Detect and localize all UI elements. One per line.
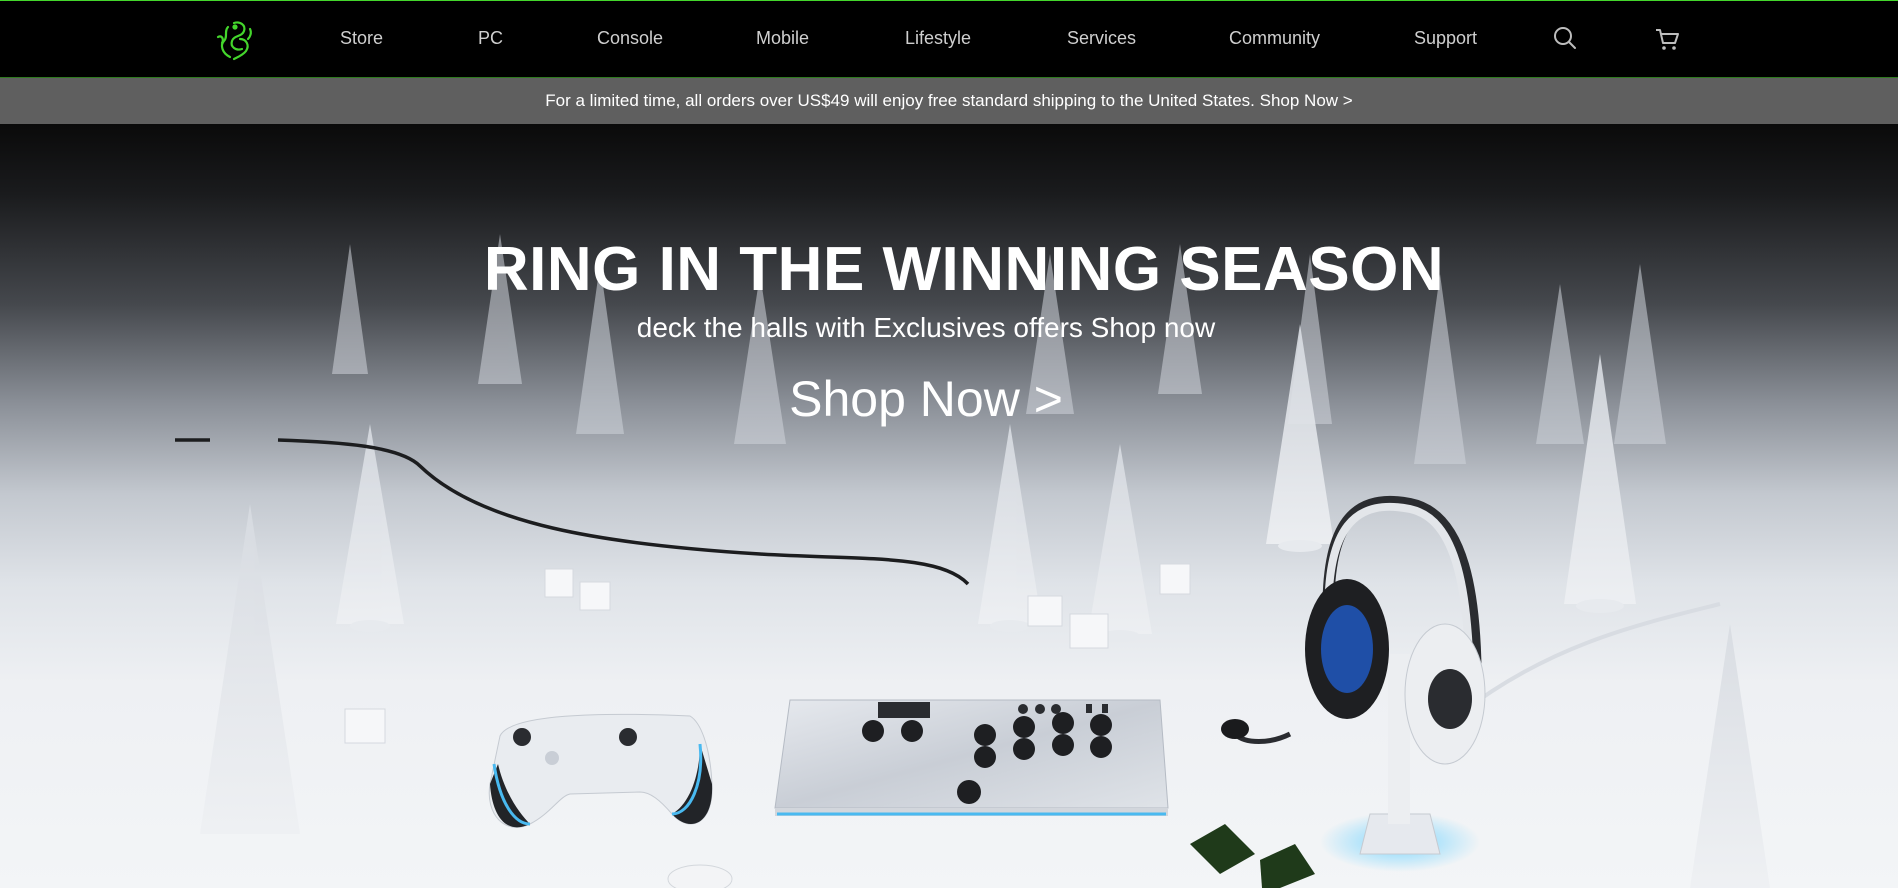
- nav-console[interactable]: Console: [597, 28, 663, 49]
- promo-banner[interactable]: For a limited time, all orders over US$4…: [0, 78, 1898, 124]
- arcade-stick-image: [774, 699, 1169, 816]
- nav-community[interactable]: Community: [1229, 28, 1320, 49]
- nav-support[interactable]: Support: [1414, 28, 1477, 49]
- promo-text[interactable]: For a limited time, all orders over US$4…: [545, 78, 1352, 124]
- nav-services[interactable]: Services: [1067, 28, 1136, 49]
- cart-icon[interactable]: [1653, 25, 1681, 53]
- hero-subtitle: deck the halls with Exclusives offers Sh…: [636, 312, 1216, 343]
- hero-shop-now-link[interactable]: Shop Now >: [0, 370, 1852, 428]
- nav-store[interactable]: Store: [340, 28, 383, 49]
- razer-logo-icon[interactable]: [210, 17, 258, 65]
- headset-image: [1221, 495, 1486, 872]
- hero-title: RING IN THE WINNING SEASON: [483, 234, 1445, 304]
- top-navigation: Store PC Console Mobile Lifestyle Servic…: [0, 0, 1898, 78]
- hero-banner: RING IN THE WINNING SEASON deck the hall…: [0, 124, 1898, 888]
- nav-mobile[interactable]: Mobile: [756, 28, 809, 49]
- nav-pc[interactable]: PC: [478, 28, 503, 49]
- nav-lifestyle[interactable]: Lifestyle: [905, 28, 971, 49]
- controller-image: [488, 713, 713, 828]
- search-icon[interactable]: [1551, 25, 1579, 53]
